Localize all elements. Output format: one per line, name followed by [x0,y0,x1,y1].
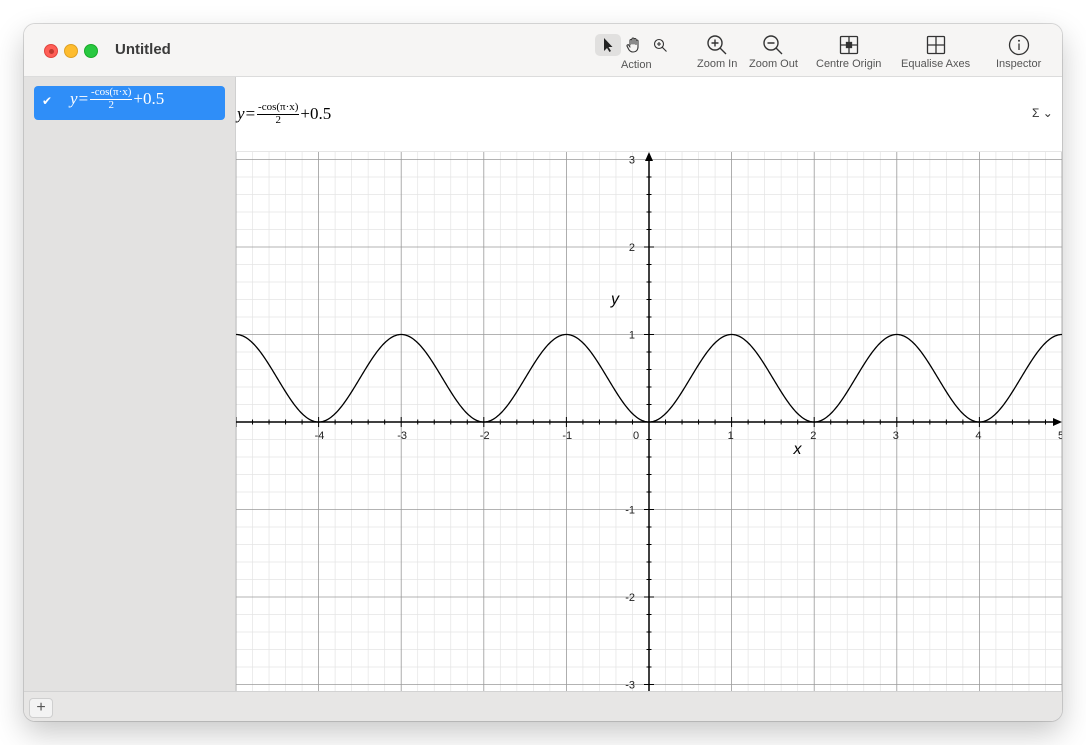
graph-plot[interactable]: -4 -3 -2 -1 0 1 2 3 4 5 -3 -2 -1 1 2 3 x y [236,77,1062,691]
inspector-button[interactable]: Inspector [996,32,1041,70]
info-icon [1008,34,1029,56]
x-tick-label: -4 [315,430,325,442]
y-tick-label: 3 [629,155,635,167]
header-denominator: 2 [275,113,281,126]
x-tick-label: 2 [810,430,816,442]
zoom-in-icon [707,35,727,55]
x-tick-label: -2 [480,430,490,442]
x-tick-label: 3 [893,430,899,442]
x-axis-arrow [1053,418,1062,426]
equation-list-item[interactable]: ✔ y= -cos(π·x) 2 +0.5 [34,86,225,120]
close-window-button[interactable] [44,44,58,58]
equation-rhs: +0.5 [133,89,165,109]
add-equation-button[interactable]: + [29,698,53,718]
x-tick-label: 1 [728,430,734,442]
titlebar: Untitled Action Zoom In Zoom Out Centre … [24,24,1062,77]
y-tick-label: -1 [625,505,635,517]
y-axis-arrow [645,152,653,161]
pointer-icon [604,38,613,52]
app-window: Untitled Action Zoom In Zoom Out Centre … [24,24,1062,721]
y-tick-label: -3 [625,680,635,692]
graph-equation-header: y= -cos(π·x) 2 +0.5 [237,101,332,126]
zoom-tool-button[interactable] [647,34,673,56]
x-tick-label: 0 [633,430,639,442]
sigma-menu-button[interactable]: Σ ⌄ [1032,106,1053,120]
zoom-out-button[interactable]: Zoom Out [749,32,798,70]
header-numerator: -cos(π·x) [257,101,300,115]
zoom-out-icon [763,35,783,55]
x-tick-label: -1 [562,430,572,442]
bottom-bar: + [24,691,1062,721]
magnifier-plus-icon [653,38,667,52]
hand-icon [626,37,639,53]
equalise-axes-button[interactable]: Equalise Axes [901,32,970,70]
equation-lhs: y= [70,89,90,109]
action-segmented-control [595,33,673,57]
header-divider [236,151,1062,152]
minimize-window-button[interactable] [64,44,78,58]
equalise-axes-icon [926,35,945,55]
zoom-in-button[interactable]: Zoom In [697,32,737,70]
action-label: Action [621,59,652,71]
graph-area: -4 -3 -2 -1 0 1 2 3 4 5 -3 -2 -1 1 2 3 x y [236,77,1062,691]
pointer-tool-button[interactable] [595,34,621,56]
y-tick-label: 2 [629,242,635,254]
centre-origin-icon [839,35,858,55]
checkmark-icon[interactable]: ✔ [42,94,52,108]
equation-denominator: 2 [108,98,114,111]
x-tick-label: 4 [975,430,981,442]
centre-origin-button[interactable]: Centre Origin [816,32,881,70]
x-tick-label: -3 [397,430,407,442]
x-tick-label: 5 [1058,430,1062,442]
equation-fraction: -cos(π·x) 2 [90,86,133,111]
y-tick-label: -2 [625,592,635,604]
zoom-window-button[interactable] [84,44,98,58]
y-axis-label: y [610,291,620,308]
header-fraction: -cos(π·x) 2 [257,101,300,126]
y-tick-label: 1 [629,330,635,342]
equation-numerator: -cos(π·x) [90,86,133,100]
hand-tool-button[interactable] [621,34,647,56]
equation-formula: y= -cos(π·x) 2 +0.5 [70,86,165,111]
header-rhs: +0.5 [300,104,332,124]
equation-sidebar: ✔ y= -cos(π·x) 2 +0.5 [24,77,236,691]
window-title: Untitled [115,41,171,58]
header-lhs: y= [237,104,257,124]
x-axis-label: x [793,441,803,458]
